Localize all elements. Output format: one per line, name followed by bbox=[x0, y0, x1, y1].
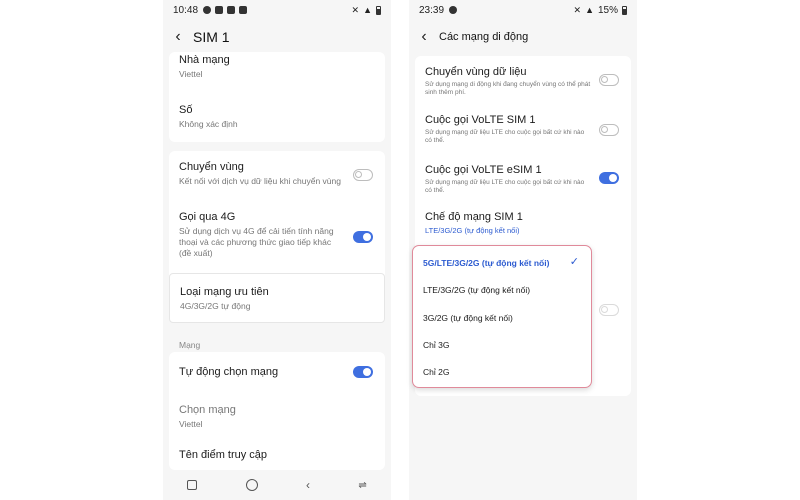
call4g-desc: Sử dụng dịch vụ 4G để cải tiến tính năng… bbox=[179, 226, 334, 258]
status-bar: 23:39 ✕ ▲ 15% bbox=[409, 0, 637, 20]
page-title: Các mạng di động bbox=[439, 31, 529, 43]
settings-card: Chuyển vùng Kết nối với dịch vụ dữ liệu … bbox=[169, 151, 385, 323]
status-time: 10:48 bbox=[173, 4, 199, 16]
app-bar: ‹ Các mạng di động bbox=[409, 24, 637, 50]
auto-select-toggle[interactable] bbox=[353, 366, 373, 378]
data-roaming-item[interactable]: Chuyển vùng dữ liệu Sử dụng mạng di động… bbox=[425, 66, 591, 97]
auto-select-label: Tự động chọn mạng bbox=[179, 366, 279, 378]
number-label: Số bbox=[179, 104, 193, 116]
mute-icon: ✕ bbox=[351, 4, 360, 15]
preferred-network-label: Loại mạng ưu tiên bbox=[180, 286, 269, 298]
signal-icon: ▲ bbox=[363, 5, 372, 15]
phone-screen-sim1: 10:48 ✕ ▲ ‹ SIM 1 Nhà mạng Viettel Số Kh… bbox=[163, 0, 391, 500]
network-mode-value: LTE/3G/2G (tự động kết nối) bbox=[425, 226, 520, 235]
volte-sim1-toggle[interactable] bbox=[599, 124, 619, 136]
status-time: 23:39 bbox=[419, 4, 445, 16]
carrier-value: Viettel bbox=[179, 69, 203, 79]
navigation-bar bbox=[409, 470, 637, 500]
message-icon bbox=[227, 6, 236, 14]
carrier-label: Nhà mạng bbox=[179, 54, 230, 66]
signal-icon: ▲ bbox=[585, 5, 594, 15]
option-3g-2g[interactable]: 3G/2G (tự động kết nối) bbox=[423, 313, 513, 323]
option-5g-lte-3g-2g[interactable]: 5G/LTE/3G/2G (tự động kết nối) bbox=[423, 258, 549, 268]
volte-esim1-desc: Sử dụng mạng dữ liệu LTE cho cuộc gọi bấ… bbox=[425, 179, 585, 194]
data-roaming-desc: Sử dụng mạng di động khi đang chuyển vùn… bbox=[425, 81, 591, 96]
option-lte-3g-2g[interactable]: LTE/3G/2G (tự động kết nối) bbox=[423, 285, 530, 295]
volte-esim1-item[interactable]: Cuộc gọi VoLTE eSIM 1 Sử dụng mạng dữ li… bbox=[425, 164, 591, 195]
auto-select-item[interactable]: Tự động chọn mạng bbox=[179, 366, 345, 379]
navigation-bar: ‹ ⇌ bbox=[163, 470, 391, 500]
volte-esim1-toggle[interactable] bbox=[599, 172, 619, 184]
choose-network-value: Viettel bbox=[179, 419, 203, 429]
messenger-icon bbox=[203, 6, 212, 14]
call4g-item[interactable]: Gọi qua 4G Sử dụng dịch vụ 4G để cải tiế… bbox=[179, 211, 345, 259]
battery-icon bbox=[376, 5, 381, 15]
roaming-toggle[interactable] bbox=[353, 169, 373, 181]
back-icon[interactable]: ‹ bbox=[306, 478, 310, 492]
choose-network-label: Chọn mạng bbox=[179, 404, 236, 416]
carrier-card: Nhà mạng Viettel Số Không xác định bbox=[169, 52, 385, 142]
home-icon[interactable] bbox=[245, 479, 258, 491]
apn-item[interactable]: Tên điểm truy cập bbox=[179, 449, 375, 462]
volte-sim1-label: Cuộc gọi VoLTE SIM 1 bbox=[425, 114, 536, 126]
option-2g-only[interactable]: Chỉ 2G bbox=[423, 367, 449, 377]
apn-label: Tên điểm truy cập bbox=[179, 449, 268, 461]
volte-sim1-item[interactable]: Cuộc gọi VoLTE SIM 1 Sử dụng mạng dữ liệ… bbox=[425, 114, 591, 145]
hidden-toggle[interactable] bbox=[599, 304, 619, 316]
call4g-label: Gọi qua 4G bbox=[179, 211, 236, 223]
checkmark-icon: ✓ bbox=[569, 256, 579, 268]
network-card: Tự động chọn mạng Chọn mạng Viettel Tên … bbox=[169, 352, 385, 470]
roaming-label: Chuyển vùng bbox=[179, 161, 244, 173]
section-label-network: Mạng bbox=[179, 340, 201, 350]
page-title: SIM 1 bbox=[193, 29, 230, 45]
data-roaming-toggle[interactable] bbox=[599, 74, 619, 86]
number-item[interactable]: Số Không xác định bbox=[179, 104, 375, 130]
volte-sim1-desc: Sử dụng mạng dữ liệu LTE cho cuộc gọi bấ… bbox=[425, 129, 585, 144]
preferred-network-value: 4G/3G/2G tự động bbox=[180, 301, 251, 311]
battery-icon bbox=[622, 5, 627, 15]
carrier-item[interactable]: Nhà mạng Viettel bbox=[179, 54, 375, 80]
back-arrow-icon[interactable]: ‹ bbox=[163, 28, 193, 46]
option-3g-only[interactable]: Chỉ 3G bbox=[423, 340, 449, 350]
network-mode-item[interactable]: Chế độ mạng SIM 1 LTE/3G/2G (tự động kết… bbox=[425, 211, 621, 236]
network-mode-dropdown: 5G/LTE/3G/2G (tự động kết nối) ✓ LTE/3G/… bbox=[412, 245, 592, 388]
choose-network-item[interactable]: Chọn mạng Viettel bbox=[179, 404, 375, 430]
network-mode-label: Chế độ mạng SIM 1 bbox=[425, 211, 523, 223]
number-value: Không xác định bbox=[179, 119, 238, 129]
back-arrow-icon[interactable]: ‹ bbox=[409, 28, 439, 46]
data-roaming-label: Chuyển vùng dữ liệu bbox=[425, 66, 527, 78]
switch-icon[interactable]: ⇌ bbox=[358, 480, 366, 491]
battery-percent: 15% bbox=[597, 4, 618, 16]
volte-esim1-label: Cuộc gọi VoLTE eSIM 1 bbox=[425, 164, 542, 176]
notification-icon bbox=[215, 6, 224, 14]
mute-icon: ✕ bbox=[573, 4, 582, 15]
preferred-network-item[interactable]: Loại mạng ưu tiên 4G/3G/2G tự động bbox=[169, 273, 385, 323]
recents-icon[interactable] bbox=[187, 480, 198, 490]
status-bar: 10:48 ✕ ▲ bbox=[163, 0, 391, 20]
gallery-icon bbox=[239, 6, 248, 14]
roaming-desc: Kết nối với dịch vụ dữ liệu khi chuyển v… bbox=[179, 176, 341, 186]
messenger-icon bbox=[449, 6, 458, 14]
app-bar: ‹ SIM 1 bbox=[163, 24, 391, 50]
call4g-toggle[interactable] bbox=[353, 231, 373, 243]
roaming-item[interactable]: Chuyển vùng Kết nối với dịch vụ dữ liệu … bbox=[179, 161, 345, 187]
